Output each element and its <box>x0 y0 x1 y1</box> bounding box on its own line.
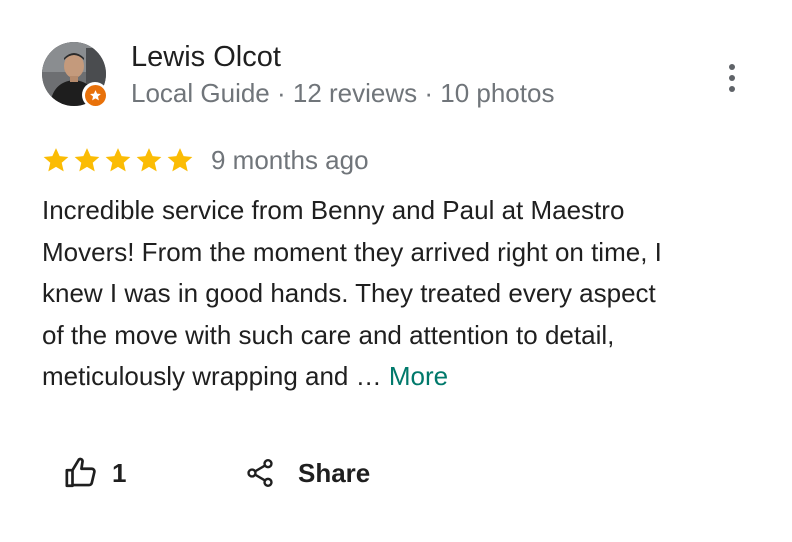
review-date: 9 months ago <box>211 144 369 175</box>
more-link[interactable]: More <box>389 361 448 391</box>
more-vert-icon-dot <box>729 86 735 92</box>
review-text-line: Movers! From the moment they arrived rig… <box>42 236 662 267</box>
more-options-button[interactable] <box>712 58 752 98</box>
review-text: Incredible service from Benny and Paul a… <box>42 190 762 398</box>
like-count: 1 <box>112 457 127 488</box>
local-guide-star-icon <box>89 89 101 100</box>
review-text-line-last: meticulously wrapping and … More <box>42 356 762 398</box>
star-icon <box>43 148 69 172</box>
review-card: Lewis Olcot Local Guide · 12 reviews · 1… <box>0 0 792 542</box>
star-icon <box>136 148 162 172</box>
reviewer-meta[interactable]: Local Guide · 12 reviews · 10 photos <box>131 77 554 109</box>
share-button[interactable]: Share <box>244 452 370 494</box>
thumbs-up-icon <box>65 457 96 488</box>
star-rating <box>42 146 194 174</box>
rating-row: 9 months ago <box>42 143 369 177</box>
reviewer-name[interactable]: Lewis Olcot <box>131 40 281 74</box>
like-button[interactable]: 1 <box>64 452 126 494</box>
more-vert-icon-dot <box>729 75 735 81</box>
review-text-line: of the move with such care and attention… <box>42 319 615 350</box>
share-icon <box>247 459 273 487</box>
review-text-truncated: meticulously wrapping and … <box>42 361 389 392</box>
review-text-line: knew I was in good hands. They treated e… <box>42 278 656 309</box>
more-vert-icon <box>729 64 735 70</box>
local-guide-badge <box>82 82 108 108</box>
star-icon <box>74 148 100 172</box>
reviewer-avatar[interactable] <box>42 42 108 108</box>
review-text-line: Incredible service from Benny and Paul a… <box>42 195 625 225</box>
share-label: Share <box>298 457 371 488</box>
star-icon <box>167 148 193 172</box>
star-icon <box>105 148 131 172</box>
